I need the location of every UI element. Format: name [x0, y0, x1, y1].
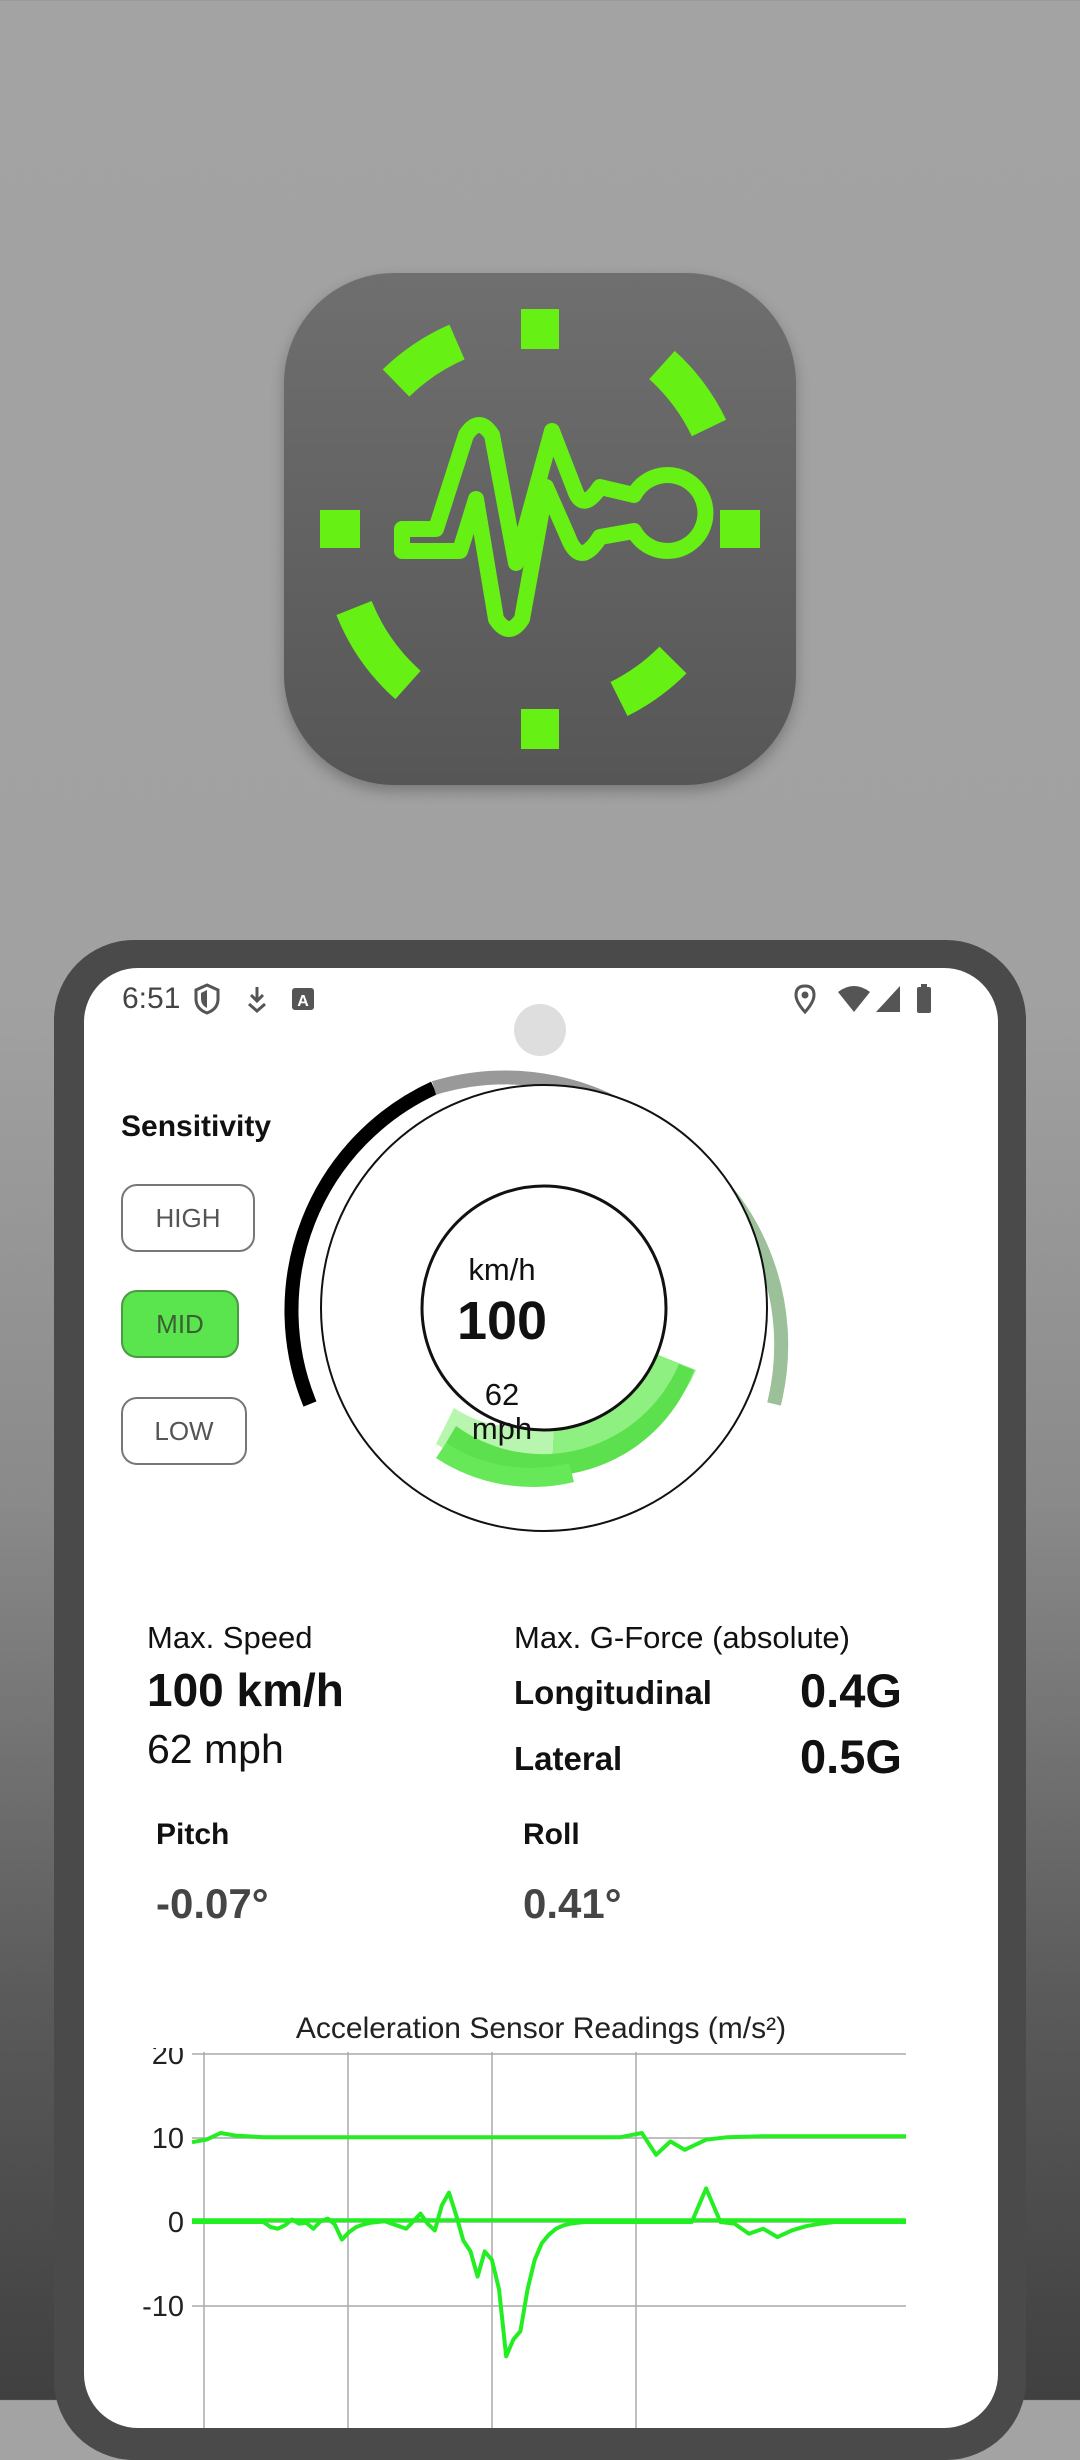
gauge-mph: 62 mph — [382, 1378, 622, 1446]
chart-y-ticks: 20 10 0 -10 — [142, 2048, 184, 2323]
gauge-unit: km/h — [468, 1252, 536, 1287]
sensitivity-high-button[interactable]: HIGH — [121, 1184, 255, 1252]
status-time: 6:51 — [122, 982, 181, 1015]
longitudinal-value: 0.4G — [800, 1664, 902, 1717]
sensitivity-low-button[interactable]: LOW — [121, 1397, 247, 1465]
acceleration-chart: 20 10 0 -10 — [142, 2048, 906, 2428]
camera-cutout — [514, 1004, 566, 1056]
pitch-value: -0.07° — [156, 1880, 269, 1927]
pitch-label: Pitch — [156, 1818, 230, 1851]
roll-label: Roll — [523, 1818, 580, 1851]
chart-title: Acceleration Sensor Readings (m/s²) — [295, 2012, 787, 2045]
chart-y-tick-label: 10 — [152, 2123, 184, 2155]
chart-series-line-1 — [191, 2131, 906, 2157]
pulse-gauge-logo-icon — [320, 309, 760, 749]
download-icon — [248, 987, 266, 1013]
app-screen: 6:51 A Sensitivity HIGH MID LOW km/h 100… — [84, 968, 998, 2428]
sensitivity-mid-button[interactable]: MID — [121, 1290, 239, 1358]
sensitivity-title: Sensitivity — [121, 1110, 272, 1143]
gauge-mph-value: 62 — [484, 1377, 520, 1412]
signal-icon — [876, 986, 900, 1012]
roll-value: 0.41° — [523, 1880, 622, 1927]
font-icon: A — [292, 988, 314, 1010]
max-speed-label: Max. Speed — [147, 1620, 313, 1655]
gforce-label: Max. G-Force (absolute) — [514, 1620, 850, 1655]
battery-icon — [917, 984, 931, 1013]
gauge-speed-value: 100 — [456, 1291, 548, 1351]
chart-y-tick-label: -10 — [142, 2291, 184, 2323]
lateral-value: 0.5G — [800, 1730, 902, 1783]
svg-text:A: A — [297, 993, 309, 1010]
gauge-mph-unit: mph — [471, 1411, 533, 1446]
chart-y-tick-label: 20 — [152, 2048, 184, 2071]
max-speed-kmh: 100 km/h — [147, 1664, 344, 1716]
app-icon — [284, 273, 796, 785]
chart-y-tick-label: 0 — [168, 2207, 184, 2239]
chart-lines — [191, 2131, 906, 2359]
shield-icon — [194, 983, 220, 1015]
max-speed-mph: 62 mph — [147, 1726, 284, 1772]
lateral-label: Lateral — [514, 1740, 623, 1777]
longitudinal-label: Longitudinal — [514, 1674, 712, 1711]
wifi-icon — [838, 986, 870, 1012]
chart-series-line-2 — [192, 2186, 906, 2359]
chart-grid — [192, 2052, 906, 2428]
location-icon — [794, 984, 816, 1015]
